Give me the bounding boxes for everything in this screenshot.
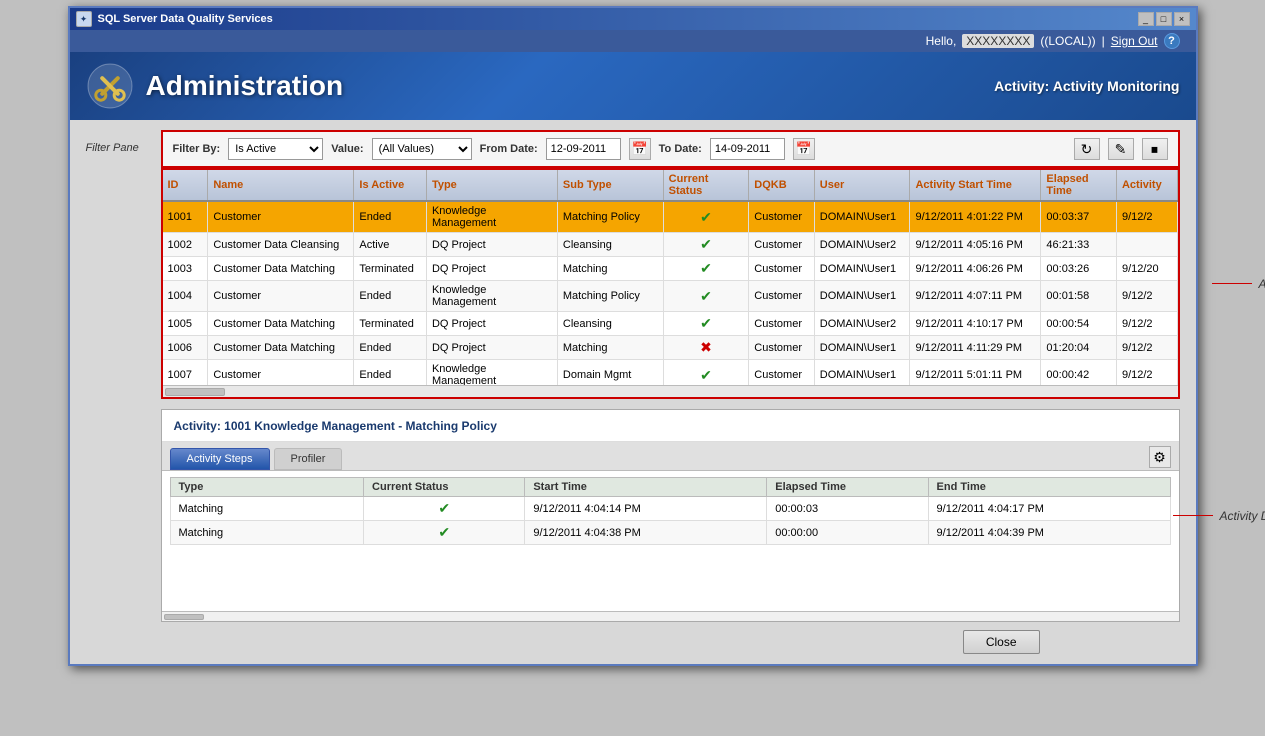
sign-out-link[interactable]: Sign Out [1111, 34, 1158, 48]
details-settings-button[interactable]: ⚙ [1149, 446, 1171, 468]
from-date-calendar-button[interactable]: 📅 [629, 138, 651, 160]
close-window-button[interactable]: × [1174, 12, 1190, 26]
col-current-status[interactable]: Current Status [663, 170, 749, 201]
tab-profiler[interactable]: Profiler [274, 448, 343, 470]
value-select[interactable]: (All Values) Active Ended Terminated [372, 138, 472, 160]
close-button[interactable]: Close [963, 630, 1040, 654]
table-row[interactable]: 1001 Customer Ended Knowledge Management… [163, 201, 1178, 233]
col-id[interactable]: ID [163, 170, 208, 201]
activity-grid-label: Activity Grid [1212, 277, 1265, 291]
details-header: Activity: 1001 Knowledge Management - Ma… [162, 410, 1179, 442]
details-scrollbar[interactable] [162, 611, 1179, 621]
admin-icon [86, 62, 134, 110]
tabs-bar: Activity Steps Profiler ⚙ [162, 442, 1179, 471]
tab-activity-steps[interactable]: Activity Steps [170, 448, 270, 470]
separator: | [1102, 34, 1105, 48]
col-user[interactable]: User [814, 170, 910, 201]
details-content: Type Current Status Start Time Elapsed T… [162, 471, 1179, 611]
minimize-button[interactable]: _ [1138, 12, 1154, 26]
col-start-time[interactable]: Activity Start Time [910, 170, 1041, 201]
filter-pane-label: Filter Pane [86, 142, 139, 154]
activity-grid: Activity Grid ID Name Is Active Type Sub… [161, 168, 1180, 399]
window-title: SQL Server Data Quality Services [98, 13, 273, 25]
app-icon: ✦ [76, 11, 92, 27]
window-frame: ✦ SQL Server Data Quality Services _ □ ×… [68, 6, 1198, 666]
table-row[interactable]: 1005 Customer Data Matching Terminated D… [163, 312, 1178, 336]
page-subtitle: Activity: Activity Monitoring [994, 78, 1179, 94]
to-date-calendar-button[interactable]: 📅 [793, 138, 815, 160]
details-grid-label: Activity Details Grid [1173, 509, 1265, 523]
help-icon[interactable]: ? [1164, 33, 1180, 49]
details-table: Type Current Status Start Time Elapsed T… [170, 477, 1171, 545]
details-col-type[interactable]: Type [170, 478, 364, 497]
maximize-button[interactable]: □ [1156, 12, 1172, 26]
table-row[interactable]: 1004 Customer Ended Knowledge Management… [163, 281, 1178, 312]
stop-button[interactable]: ⏹ [1142, 138, 1168, 160]
page-title: Administration [146, 70, 344, 102]
table-row[interactable]: 1006 Customer Data Matching Ended DQ Pro… [163, 336, 1178, 360]
table-row[interactable]: 1002 Customer Data Cleansing Active DQ P… [163, 233, 1178, 257]
details-col-start-time[interactable]: Start Time [525, 478, 767, 497]
value-label: Value: [331, 143, 363, 155]
main-content: Filter Pane Filter By: Is Active Ended T… [70, 120, 1196, 664]
title-bar: ✦ SQL Server Data Quality Services _ □ × [70, 8, 1196, 30]
username-text: XXXXXXXX [962, 34, 1034, 48]
details-col-status[interactable]: Current Status [364, 478, 525, 497]
grid-scrollbar[interactable] [163, 385, 1178, 397]
table-row[interactable]: 1007 Customer Ended Knowledge Management… [163, 360, 1178, 386]
hello-text: Hello, [926, 34, 957, 48]
filter-pane: Filter By: Is Active Ended Terminated Va… [161, 130, 1180, 168]
edit-button[interactable]: ✎ [1108, 138, 1134, 160]
list-item[interactable]: Matching ✔ 9/12/2011 4:04:14 PM 00:00:03… [170, 497, 1170, 521]
col-sub-type[interactable]: Sub Type [557, 170, 663, 201]
header: Administration Activity: Activity Monito… [70, 52, 1196, 120]
to-date-input[interactable] [710, 138, 785, 160]
filter-by-select[interactable]: Is Active Ended Terminated [228, 138, 323, 160]
activity-table: ID Name Is Active Type Sub Type Current … [163, 170, 1178, 385]
list-item[interactable]: Matching ✔ 9/12/2011 4:04:38 PM 00:00:00… [170, 521, 1170, 545]
from-date-label: From Date: [480, 143, 538, 155]
col-dqkb[interactable]: DQKB [749, 170, 814, 201]
filter-by-label: Filter By: [173, 143, 221, 155]
col-activity[interactable]: Activity [1116, 170, 1177, 201]
window-controls: _ □ × [1138, 12, 1190, 26]
activity-details-section: Activity Details Grid Activity: 1001 Kno… [161, 409, 1180, 622]
server-text: ((LOCAL)) [1040, 34, 1095, 48]
table-row[interactable]: 1003 Customer Data Matching Terminated D… [163, 257, 1178, 281]
col-is-active[interactable]: Is Active [354, 170, 427, 201]
from-date-input[interactable] [546, 138, 621, 160]
close-btn-area: Close [86, 622, 1180, 658]
refresh-button[interactable]: ↻ [1074, 138, 1100, 160]
col-type[interactable]: Type [426, 170, 557, 201]
col-elapsed[interactable]: Elapsed Time [1041, 170, 1117, 201]
user-bar: Hello, XXXXXXXX ((LOCAL)) | Sign Out ? [70, 30, 1196, 52]
to-date-label: To Date: [659, 143, 702, 155]
details-col-elapsed[interactable]: Elapsed Time [767, 478, 928, 497]
details-col-end-time[interactable]: End Time [928, 478, 1170, 497]
col-name[interactable]: Name [208, 170, 354, 201]
